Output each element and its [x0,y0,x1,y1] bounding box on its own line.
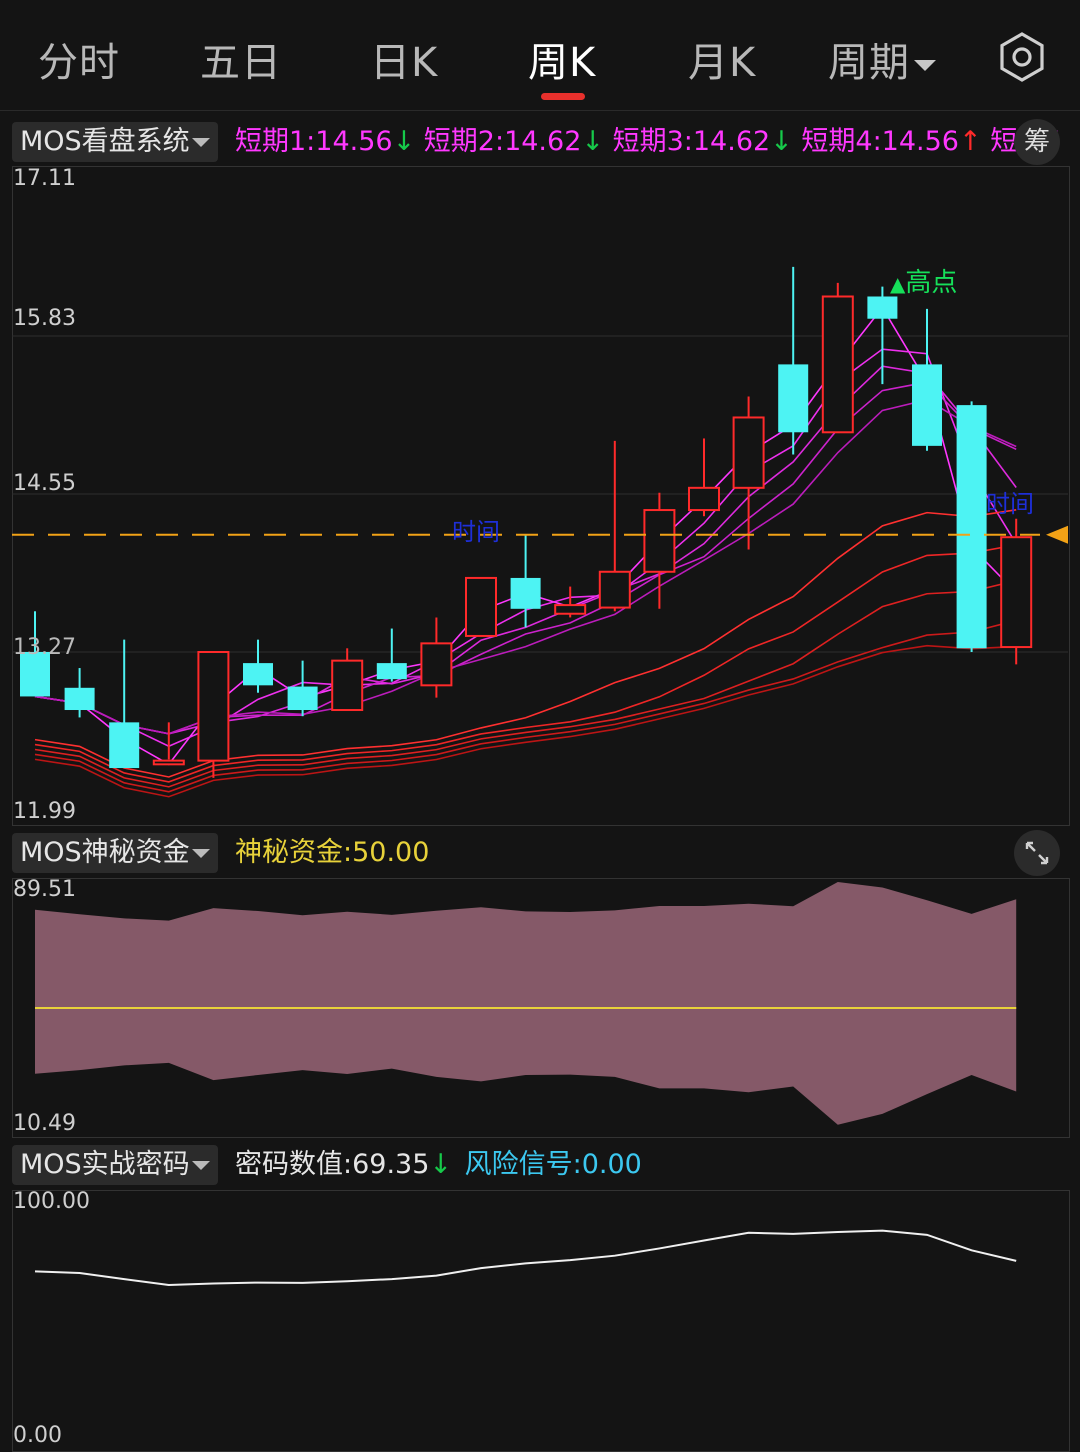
fund-tick-min: 10.49 [13,1111,76,1136]
price-tick: 13.27 [13,635,76,660]
candle-body-up [598,570,631,609]
candle-body-up [331,659,364,712]
candle-body-up [465,576,497,637]
candle-body-up [688,486,720,512]
up-triangle-icon: ▲ [890,272,906,296]
candle-body-down [912,364,942,446]
chart-canvas [12,266,1068,1286]
price-tick: 14.55 [13,471,76,496]
candle-body-down [109,722,140,769]
candle-body-up [1000,536,1033,649]
long-ma-line [34,644,1017,798]
code-tick-min: 0.00 [13,1423,62,1448]
candle-body-down [778,364,809,433]
code-tick-max: 100.00 [13,1189,90,1214]
candle-body-down [64,687,95,711]
candle-body-down [510,577,541,609]
candle-body-up [821,295,854,434]
candle-body-up [420,642,453,687]
high-point-annotation: ▲高点 [890,262,957,299]
time-annotation: 时间 [986,490,1034,518]
price-tick: 15.83 [13,306,76,331]
candle-body-down [867,296,898,319]
candle-body-up [197,651,230,762]
candle-body-up [732,416,765,489]
price-tick-max: 17.11 [13,166,76,191]
code-value-line [34,1229,1017,1286]
time-annotation: 时间 [452,518,500,546]
fund-tick-max: 89.51 [13,877,76,902]
candle-body-down [287,686,318,711]
candle-body-down [376,663,407,680]
price-tick-min: 11.99 [13,799,76,824]
candle-body-down [956,405,987,649]
high-point-label: 高点 [905,268,958,298]
candle-body-up [152,759,185,766]
candle-body-down [243,663,273,686]
reference-marker-icon [1046,525,1068,544]
fund-area [35,882,1017,1125]
candle-body-up [554,604,587,615]
candle-body-up [643,509,676,573]
